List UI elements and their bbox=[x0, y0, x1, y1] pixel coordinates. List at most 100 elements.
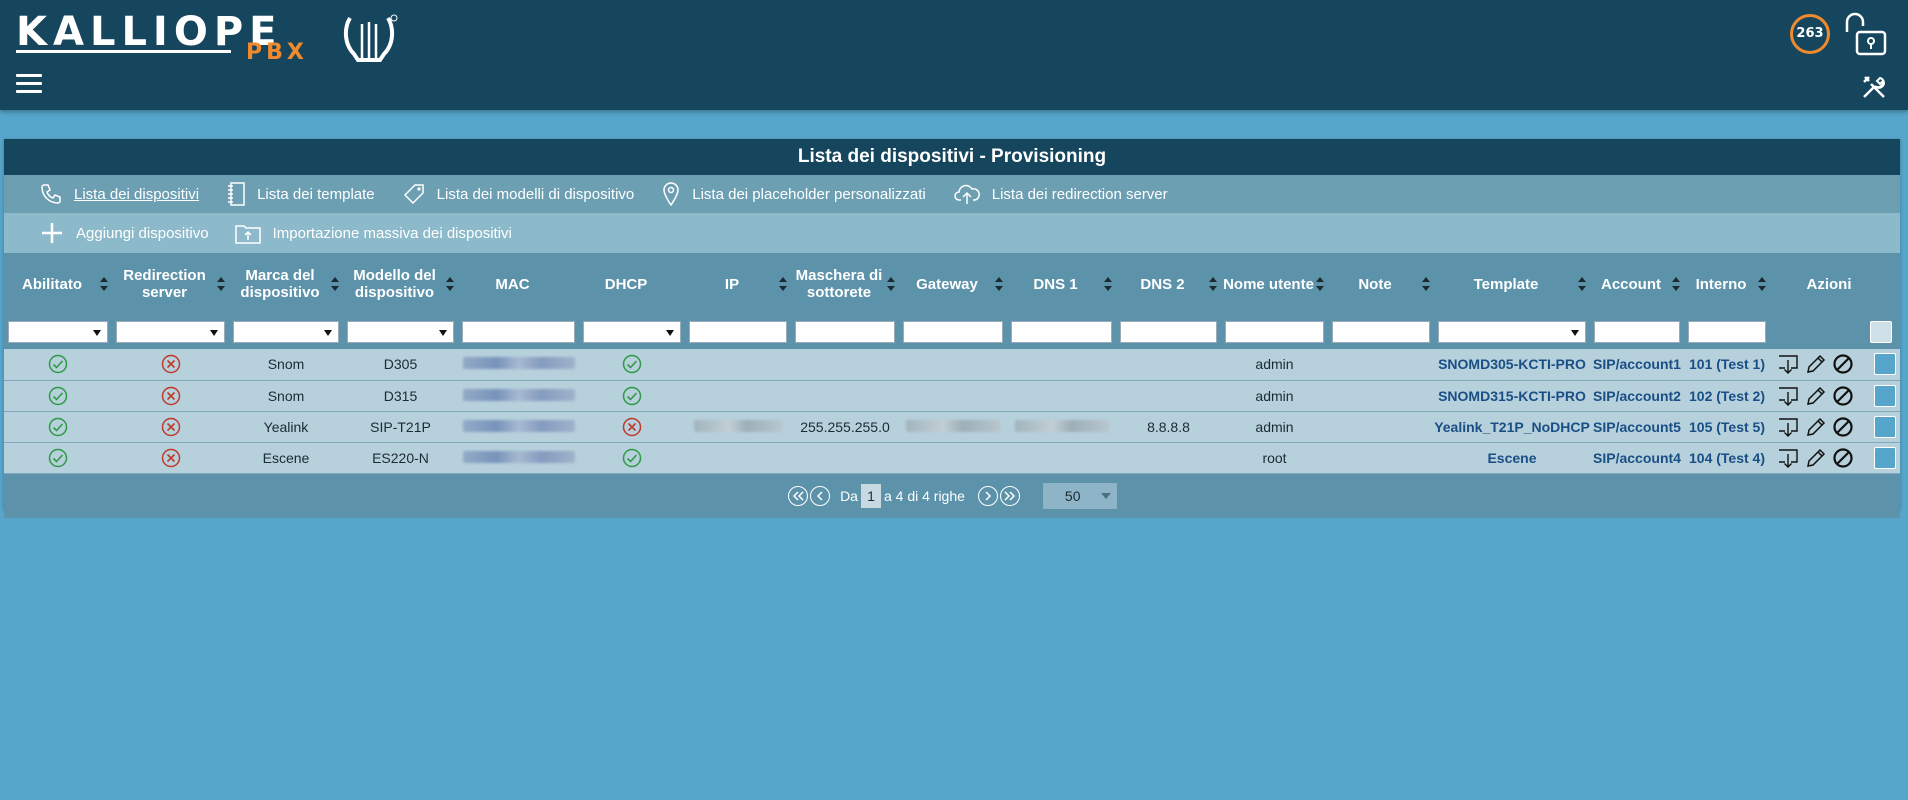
hamburger-menu-icon[interactable] bbox=[16, 74, 42, 96]
download-provisioning-icon[interactable] bbox=[1776, 416, 1800, 438]
filter-note-input[interactable] bbox=[1332, 321, 1430, 343]
edit-pencil-icon[interactable] bbox=[1805, 416, 1827, 438]
col-header-dns2[interactable]: DNS 2 bbox=[1116, 253, 1221, 315]
col-header-username[interactable]: Nome utente bbox=[1221, 253, 1328, 315]
filter-mask-input[interactable] bbox=[795, 321, 895, 343]
col-header-gateway[interactable]: Gateway bbox=[899, 253, 1007, 315]
table-row[interactable]: Snom D305 admin SNOMD305-KCTI-PRO SIP/accoun… bbox=[4, 349, 1900, 381]
select-all-checkbox[interactable] bbox=[1870, 321, 1892, 343]
nav-placeholders[interactable]: Lista dei placeholder personalizzati bbox=[662, 182, 926, 206]
sort-icon[interactable] bbox=[331, 277, 339, 291]
col-header-ip[interactable]: IP bbox=[685, 253, 791, 315]
col-header-brand[interactable]: Marca del dispositivo bbox=[229, 253, 343, 315]
row-select-checkbox[interactable] bbox=[1874, 353, 1896, 376]
cell-extension[interactable]: 101 (Test 1) bbox=[1684, 349, 1770, 381]
filter-ip-input[interactable] bbox=[689, 321, 787, 343]
cell-enabled bbox=[4, 349, 112, 381]
edit-pencil-icon[interactable] bbox=[1805, 447, 1827, 469]
sort-icon[interactable] bbox=[446, 277, 454, 291]
table-row[interactable]: Snom D315 admin SNOMD315-KCTI-PRO SIP/accoun… bbox=[4, 380, 1900, 412]
disable-ban-icon[interactable] bbox=[1832, 447, 1854, 469]
cell-extension[interactable]: 104 (Test 4) bbox=[1684, 442, 1770, 474]
filter-dns1-input[interactable] bbox=[1011, 321, 1112, 343]
page-size-select[interactable]: 50 bbox=[1042, 482, 1117, 509]
first-page-button[interactable] bbox=[788, 485, 809, 506]
filter-dns2-input[interactable] bbox=[1120, 321, 1217, 343]
cell-extension[interactable]: 105 (Test 5) bbox=[1684, 411, 1770, 443]
bulk-import-button[interactable]: Importazione massiva dei dispositivi bbox=[234, 222, 512, 244]
download-provisioning-icon[interactable] bbox=[1776, 353, 1800, 375]
sort-icon[interactable] bbox=[1578, 277, 1586, 291]
edit-pencil-icon[interactable] bbox=[1805, 385, 1827, 407]
sort-icon[interactable] bbox=[1104, 277, 1112, 291]
filter-redirection-select[interactable] bbox=[116, 321, 225, 343]
col-header-dns1[interactable]: DNS 1 bbox=[1007, 253, 1116, 315]
col-header-subnet-mask[interactable]: Maschera di sottorete bbox=[791, 253, 899, 315]
tools-icon[interactable] bbox=[1861, 74, 1887, 100]
nav-template-list[interactable]: Lista dei template bbox=[227, 182, 375, 206]
filter-dhcp-select[interactable] bbox=[583, 321, 681, 343]
filter-mac-input[interactable] bbox=[462, 321, 575, 343]
col-header-dhcp[interactable]: DHCP bbox=[579, 253, 685, 315]
col-header-note[interactable]: Note bbox=[1328, 253, 1434, 315]
prev-page-button[interactable] bbox=[810, 485, 831, 506]
col-header-abilitato[interactable]: Abilitato bbox=[4, 253, 112, 315]
col-header-redirection[interactable]: Redirection server bbox=[112, 253, 229, 315]
cell-account[interactable]: SIP/account5 bbox=[1590, 411, 1684, 443]
current-page-input[interactable]: 1 bbox=[860, 483, 881, 508]
col-header-account[interactable]: Account bbox=[1590, 253, 1684, 315]
cell-account[interactable]: SIP/account4 bbox=[1590, 442, 1684, 474]
filter-gateway-input[interactable] bbox=[903, 321, 1003, 343]
filter-template-select[interactable] bbox=[1438, 321, 1586, 343]
cell-template[interactable]: SNOMD305-KCTI-PRO bbox=[1434, 349, 1590, 381]
sort-icon[interactable] bbox=[1672, 277, 1680, 291]
table-row[interactable]: Escene ES220-N root Escene SIP/account4 104 (… bbox=[4, 442, 1900, 474]
col-header-mac[interactable]: MAC bbox=[458, 253, 579, 315]
filter-brand-select[interactable] bbox=[233, 321, 339, 343]
sort-icon[interactable] bbox=[1209, 277, 1217, 291]
cell-template[interactable]: Escene bbox=[1434, 442, 1590, 474]
cell-template[interactable]: Yealink_T21P_NoDHCP bbox=[1434, 411, 1590, 443]
sort-icon[interactable] bbox=[217, 277, 225, 291]
nav-device-list[interactable]: Lista dei dispositivi bbox=[40, 183, 199, 205]
table-row[interactable]: Yealink SIP-T21P 255.255.255.0 8.8.8.8 admin… bbox=[4, 411, 1900, 443]
add-device-button[interactable]: Aggiungi dispositivo bbox=[40, 221, 209, 245]
disable-ban-icon[interactable] bbox=[1832, 385, 1854, 407]
last-page-button[interactable] bbox=[999, 485, 1020, 506]
cell-account[interactable]: SIP/account2 bbox=[1590, 380, 1684, 412]
sort-icon[interactable] bbox=[1316, 277, 1324, 291]
filter-extension-input[interactable] bbox=[1688, 321, 1766, 343]
disable-ban-icon[interactable] bbox=[1832, 353, 1854, 375]
sort-icon[interactable] bbox=[1758, 277, 1766, 291]
filter-enabled-select[interactable] bbox=[8, 321, 108, 343]
filter-username-input[interactable] bbox=[1225, 321, 1324, 343]
row-select-checkbox[interactable] bbox=[1874, 384, 1896, 407]
nav-device-models[interactable]: Lista dei modelli di dispositivo bbox=[403, 183, 634, 205]
filter-model-select[interactable] bbox=[347, 321, 454, 343]
sort-icon[interactable] bbox=[887, 277, 895, 291]
row-select-checkbox[interactable] bbox=[1874, 446, 1896, 469]
sort-icon[interactable] bbox=[100, 277, 108, 291]
sort-icon[interactable] bbox=[1422, 277, 1430, 291]
col-header-model[interactable]: Modello del dispositivo bbox=[343, 253, 458, 315]
cell-template[interactable]: SNOMD315-KCTI-PRO bbox=[1434, 380, 1590, 412]
download-provisioning-icon[interactable] bbox=[1776, 385, 1800, 407]
sort-icon[interactable] bbox=[995, 277, 1003, 291]
col-header-template[interactable]: Template bbox=[1434, 253, 1590, 315]
filter-account-input[interactable] bbox=[1594, 321, 1680, 343]
download-provisioning-icon[interactable] bbox=[1776, 447, 1800, 469]
notebook-icon bbox=[228, 182, 245, 206]
cell-account[interactable]: SIP/account1 bbox=[1590, 349, 1684, 381]
edit-pencil-icon[interactable] bbox=[1805, 353, 1827, 375]
row-select-checkbox[interactable] bbox=[1874, 415, 1896, 438]
cell-ip bbox=[685, 442, 791, 474]
cell-ip bbox=[685, 349, 791, 381]
unlocked-lock-icon[interactable] bbox=[1843, 12, 1889, 56]
col-header-extension[interactable]: Interno bbox=[1684, 253, 1770, 315]
cell-extension[interactable]: 102 (Test 2) bbox=[1684, 380, 1770, 412]
sort-icon[interactable] bbox=[779, 277, 787, 291]
next-page-button[interactable] bbox=[977, 485, 998, 506]
disable-ban-icon[interactable] bbox=[1832, 416, 1854, 438]
kalliope-logo[interactable]: KALLIOPE PBX bbox=[16, 12, 398, 64]
nav-redirection-servers[interactable]: Lista dei redirection server bbox=[953, 183, 1168, 205]
